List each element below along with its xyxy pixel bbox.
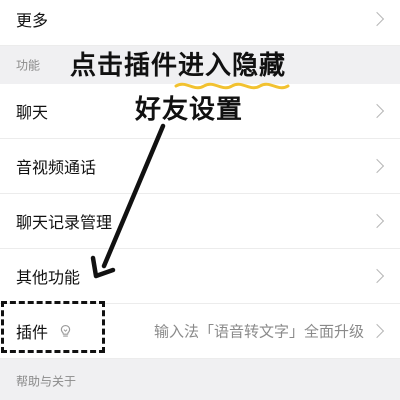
section-label-help-about: 帮助与关于 bbox=[16, 374, 77, 389]
chevron-right-icon bbox=[369, 103, 385, 119]
chevron-right-icon bbox=[369, 158, 385, 174]
section-header-help-about: 帮助与关于 bbox=[0, 359, 400, 400]
chevron-right-icon bbox=[369, 268, 385, 284]
chevron-right-icon bbox=[369, 11, 385, 26]
settings-row-av-call[interactable]: 音视频通话 bbox=[0, 139, 400, 194]
row-label-av-call: 音视频通话 bbox=[16, 158, 97, 177]
annotation-text-line1: 点击插件进入隐藏 bbox=[70, 51, 287, 81]
annotation-dashed-box bbox=[1, 301, 105, 353]
annotation-text-line2: 好友设置 bbox=[135, 95, 244, 125]
settings-row-more[interactable]: 更多 bbox=[0, 0, 400, 46]
chevron-right-icon bbox=[369, 323, 385, 339]
row-label-chat: 聊天 bbox=[16, 103, 49, 122]
row-label-more: 更多 bbox=[16, 10, 49, 30]
row-label-other-functions: 其他功能 bbox=[16, 268, 81, 287]
chevron-right-icon bbox=[369, 213, 385, 229]
row-value-plugins: 输入法「语音转文字」全面升级 bbox=[153, 322, 364, 341]
settings-row-other-functions[interactable]: 其他功能 bbox=[0, 249, 400, 304]
settings-row-chat-history[interactable]: 聊天记录管理 bbox=[0, 194, 400, 249]
section-label-functions: 功能 bbox=[16, 58, 41, 73]
row-label-chat-history: 聊天记录管理 bbox=[16, 213, 113, 232]
